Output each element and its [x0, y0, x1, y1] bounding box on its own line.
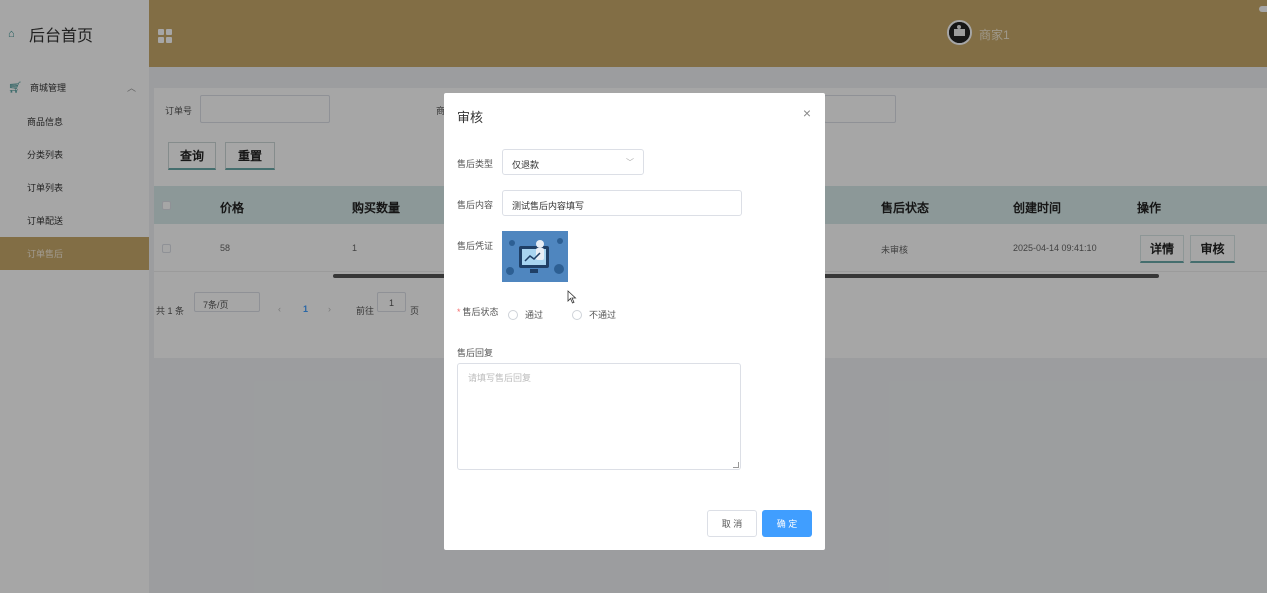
content-label: 售后内容	[457, 200, 494, 210]
cancel-button[interactable]: 取 消	[707, 510, 757, 537]
chevron-down-icon: ﹀	[626, 158, 634, 167]
mouse-cursor-icon	[567, 290, 577, 307]
status-option-label: 不通过	[589, 310, 617, 320]
type-label: 售后类型	[457, 159, 494, 169]
radio-dot[interactable]	[508, 309, 518, 320]
confirm-button[interactable]: 确 定	[762, 510, 812, 537]
status-option-pass[interactable]: 通过	[508, 308, 543, 321]
content-value: 测试售后内容填写	[512, 201, 585, 211]
content-input[interactable]: 测试售后内容填写	[502, 190, 742, 216]
dialog-title: 审核	[457, 110, 484, 125]
review-dialog: 审核 × 售后类型 仅退款 ﹀ 售后内容 测试售后内容填写 售后凭证 * 售后状态…	[444, 93, 825, 550]
reply-placeholder: 请填写售后回复	[468, 373, 532, 383]
close-icon[interactable]: ×	[803, 105, 811, 121]
proof-label: 售后凭证	[457, 241, 494, 251]
status-option-label: 通过	[525, 310, 544, 320]
radio-dot[interactable]	[572, 309, 582, 320]
status-label: * 售后状态	[457, 307, 499, 317]
status-option-reject[interactable]: 不通过	[572, 308, 616, 321]
proof-image[interactable]	[502, 231, 568, 282]
type-value: 仅退款	[512, 160, 540, 170]
reply-label: 售后回复	[457, 348, 494, 358]
resize-handle-icon[interactable]	[733, 462, 739, 468]
reply-textarea[interactable]: 请填写售后回复	[457, 363, 741, 470]
type-select[interactable]: 仅退款 ﹀	[502, 149, 644, 175]
